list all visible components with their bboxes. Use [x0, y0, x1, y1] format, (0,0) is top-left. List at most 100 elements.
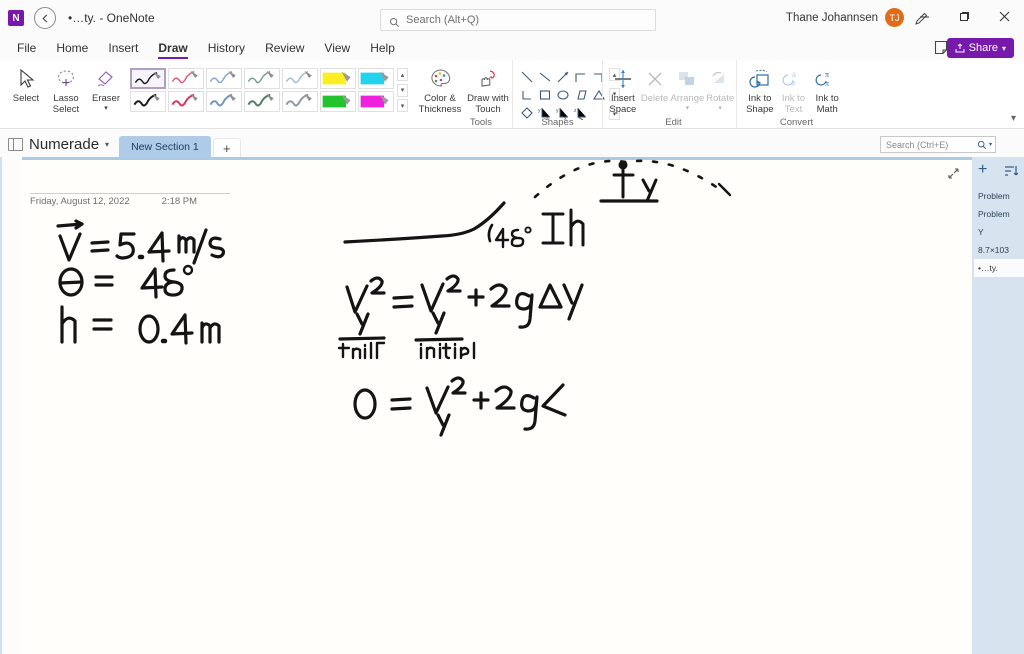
pen-lightblue[interactable]	[282, 68, 318, 89]
ink-to-math-button[interactable]: ππ Ink to Math	[810, 63, 844, 116]
pen-gray-2[interactable]	[282, 91, 318, 112]
pen-green[interactable]	[244, 68, 280, 89]
page-list-panel: + Problem Problem Y 8.7×103 •…ty.	[972, 157, 1024, 654]
pen-blue[interactable]	[206, 68, 242, 89]
search-chevron-down-icon[interactable]: ▾	[989, 141, 992, 148]
tab-help[interactable]: Help	[361, 38, 404, 58]
page-list-item-selected[interactable]: •…ty.	[974, 259, 1024, 277]
highlighter-green[interactable]	[320, 91, 356, 112]
page-list-item[interactable]: Problem	[972, 205, 1024, 223]
draw-with-touch-label: Draw with Touch	[467, 93, 509, 115]
insert-space-button[interactable]: Insert Space	[607, 63, 639, 115]
pen-gallery[interactable]	[130, 68, 394, 112]
parallelogram-icon[interactable]	[572, 86, 589, 103]
pen-black-2[interactable]	[130, 91, 166, 112]
restore-button[interactable]	[944, 0, 984, 32]
page-canvas[interactable]: Friday, August 12, 2022 2:18 PM	[22, 157, 972, 654]
sticky-note-icon[interactable]	[934, 40, 948, 56]
tab-draw[interactable]: Draw	[149, 38, 196, 59]
lasso-select-button[interactable]: Lasso Select	[46, 63, 86, 115]
pen-blue-2[interactable]	[206, 91, 242, 112]
tab-insert[interactable]: Insert	[99, 38, 147, 58]
select-button[interactable]: Select	[6, 63, 46, 104]
highlighter-cyan[interactable]	[358, 68, 394, 89]
color-palette-icon	[429, 66, 451, 91]
highlighter-magenta[interactable]	[358, 91, 394, 112]
svg-text:y: y	[556, 108, 559, 114]
section-tab-new-section-1[interactable]: New Section 1	[119, 136, 211, 157]
pen-scroll-up-icon[interactable]: ▴	[397, 68, 408, 81]
corner-up-icon[interactable]	[572, 68, 589, 85]
pen-red[interactable]	[168, 68, 204, 89]
ribbon-group-edit: Insert Space Delete Arrange ▾ Rotate ▾ E…	[602, 60, 736, 129]
lasso-select-icon	[55, 66, 77, 91]
search-icon	[389, 15, 400, 27]
tab-home[interactable]: Home	[47, 38, 97, 58]
ink-equation-1	[338, 274, 584, 342]
back-arrow-icon[interactable]	[34, 7, 56, 29]
ink-to-shape-icon	[748, 66, 772, 91]
delete-x-icon	[645, 66, 665, 91]
highlighter-yellow[interactable]	[320, 68, 356, 89]
page-list-item[interactable]: 8.7×103	[972, 241, 1024, 259]
user-account[interactable]: Thane Johannsen TJ	[786, 8, 904, 27]
add-section-button[interactable]: +	[212, 138, 241, 157]
section-search-input[interactable]: Search (Ctrl+E) ▾	[880, 136, 996, 153]
ink-drawing-layer[interactable]	[22, 157, 972, 654]
rotate-icon	[710, 66, 730, 91]
avatar[interactable]: TJ	[885, 8, 904, 27]
svg-text:y: y	[538, 108, 541, 114]
eraser-chevron-down-icon[interactable]: ▾	[104, 105, 108, 112]
onenote-logo-icon: N	[8, 10, 24, 26]
ink-to-math-label: Ink to Math	[815, 93, 839, 115]
line-diagonal2-icon[interactable]	[536, 68, 553, 85]
pen-black[interactable]	[130, 68, 166, 89]
arrow-diagonal-icon[interactable]	[554, 68, 571, 85]
window-title: •…ty. - OneNote	[68, 11, 155, 25]
tab-review[interactable]: Review	[256, 38, 313, 58]
close-button[interactable]	[984, 0, 1024, 32]
tools-group-label: Tools	[469, 117, 492, 128]
eraser-button[interactable]: Eraser ▾	[86, 63, 126, 112]
search-input[interactable]: Search (Alt+Q)	[380, 9, 656, 31]
ink-to-math-icon: ππ	[815, 66, 839, 91]
page-list-item[interactable]: Problem	[972, 187, 1024, 205]
pen-gallery-scroll[interactable]: ▴ ▾ ▾	[397, 68, 408, 112]
chevron-up-icon[interactable]: ▾	[1011, 113, 1016, 124]
rotate-chevron-down-icon: ▾	[718, 105, 722, 112]
ellipse-icon[interactable]	[554, 86, 571, 103]
rotate-button: Rotate ▾	[704, 63, 736, 112]
sort-pages-icon[interactable]	[1004, 164, 1019, 177]
notebook-selector[interactable]: Numerade ▾	[0, 136, 119, 157]
chevron-down-icon[interactable]: ▾	[105, 140, 109, 149]
shapes-gallery[interactable]: yx yx z	[518, 68, 607, 121]
line-diagonal-icon[interactable]	[518, 68, 535, 85]
pen-scroll-down-icon[interactable]: ▾	[397, 83, 408, 97]
tab-view[interactable]: View	[315, 38, 359, 58]
color-thickness-button[interactable]: Color & Thickness	[416, 63, 464, 115]
delete-button: Delete	[639, 63, 671, 104]
tab-history[interactable]: History	[199, 38, 254, 58]
ink-to-shape-button[interactable]: Ink to Shape	[743, 63, 777, 115]
ink-ramp-diagram	[343, 159, 732, 249]
page-list-item[interactable]: Y	[972, 223, 1024, 241]
pen-gallery-more-icon[interactable]: ▾	[397, 99, 408, 112]
convert-group-label: Convert	[779, 117, 814, 128]
pen-red-2[interactable]	[168, 91, 204, 112]
share-button[interactable]: Share ▾	[946, 38, 1014, 58]
svg-text:z: z	[574, 108, 577, 114]
delete-label: Delete	[640, 93, 669, 104]
insert-space-icon	[612, 66, 634, 91]
user-name: Thane Johannsen	[785, 11, 878, 24]
square-icon[interactable]	[536, 86, 553, 103]
ribbon-group-tools: Select Lasso Select Eraser ▾ ▴ ▾ ▾ Color…	[0, 60, 512, 129]
minimize-button[interactable]	[904, 0, 944, 32]
ink-given-angle	[58, 264, 194, 299]
add-page-button[interactable]: +	[978, 162, 987, 178]
notebook-bar: Numerade ▾ New Section 1 + Search (Ctrl+…	[0, 129, 1024, 157]
tab-file[interactable]: File	[8, 38, 45, 58]
draw-with-touch-button[interactable]: Draw with Touch	[464, 63, 512, 115]
search-icon	[977, 140, 987, 149]
pen-green-2[interactable]	[244, 91, 280, 112]
elbow-icon[interactable]	[518, 86, 535, 103]
